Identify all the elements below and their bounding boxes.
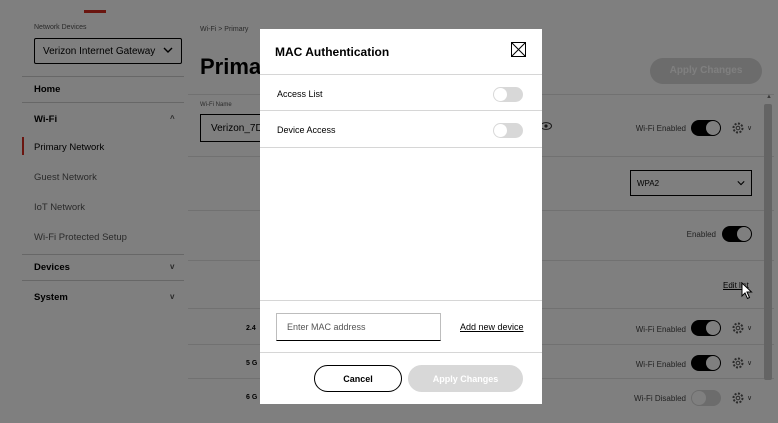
mac-address-input[interactable] bbox=[276, 313, 441, 341]
dialog-divider bbox=[260, 300, 542, 301]
dialog-divider bbox=[260, 352, 542, 353]
device-access-toggle[interactable] bbox=[493, 123, 523, 138]
close-icon[interactable] bbox=[511, 42, 526, 57]
cancel-button[interactable]: Cancel bbox=[314, 365, 402, 392]
dialog-divider bbox=[260, 110, 542, 111]
mac-authentication-dialog: MAC Authentication Access List Device Ac… bbox=[260, 29, 542, 404]
apply-changes-button[interactable]: Apply Changes bbox=[408, 365, 523, 392]
device-access-label: Device Access bbox=[277, 125, 336, 135]
dialog-title: MAC Authentication bbox=[275, 45, 390, 59]
mouse-cursor-icon bbox=[741, 282, 753, 300]
access-list-toggle[interactable] bbox=[493, 87, 523, 102]
add-new-device-link[interactable]: Add new device bbox=[460, 322, 524, 332]
access-list-label: Access List bbox=[277, 89, 323, 99]
dialog-divider bbox=[260, 74, 542, 75]
dialog-divider bbox=[260, 147, 542, 148]
